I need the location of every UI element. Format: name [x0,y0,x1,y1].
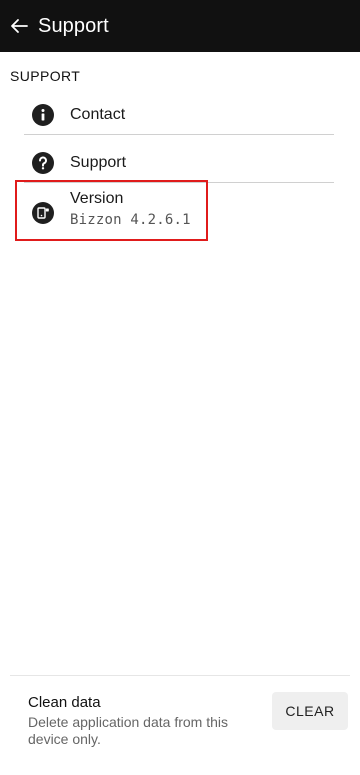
info-icon [32,104,54,126]
highlight-box [15,180,208,241]
list-item-label: Support [70,154,127,171]
help-icon [32,152,54,174]
page-title: Support [38,14,109,37]
section-header: SUPPORT [10,68,81,84]
list-item-contact[interactable]: Contact [24,96,334,134]
app-bar: Support [0,0,360,52]
back-button[interactable] [4,0,34,52]
list-item-label: Contact [70,106,126,123]
support-screen: Support SUPPORT Contact Support Version … [0,0,360,775]
divider [24,134,334,135]
divider [10,675,350,676]
clean-data-description: Delete application data from this device… [28,714,228,747]
clear-button[interactable]: CLEAR [272,692,348,730]
clean-data-title: Clean data [28,694,101,711]
list-item-support[interactable]: Support [24,144,334,182]
arrow-left-icon [10,18,28,34]
